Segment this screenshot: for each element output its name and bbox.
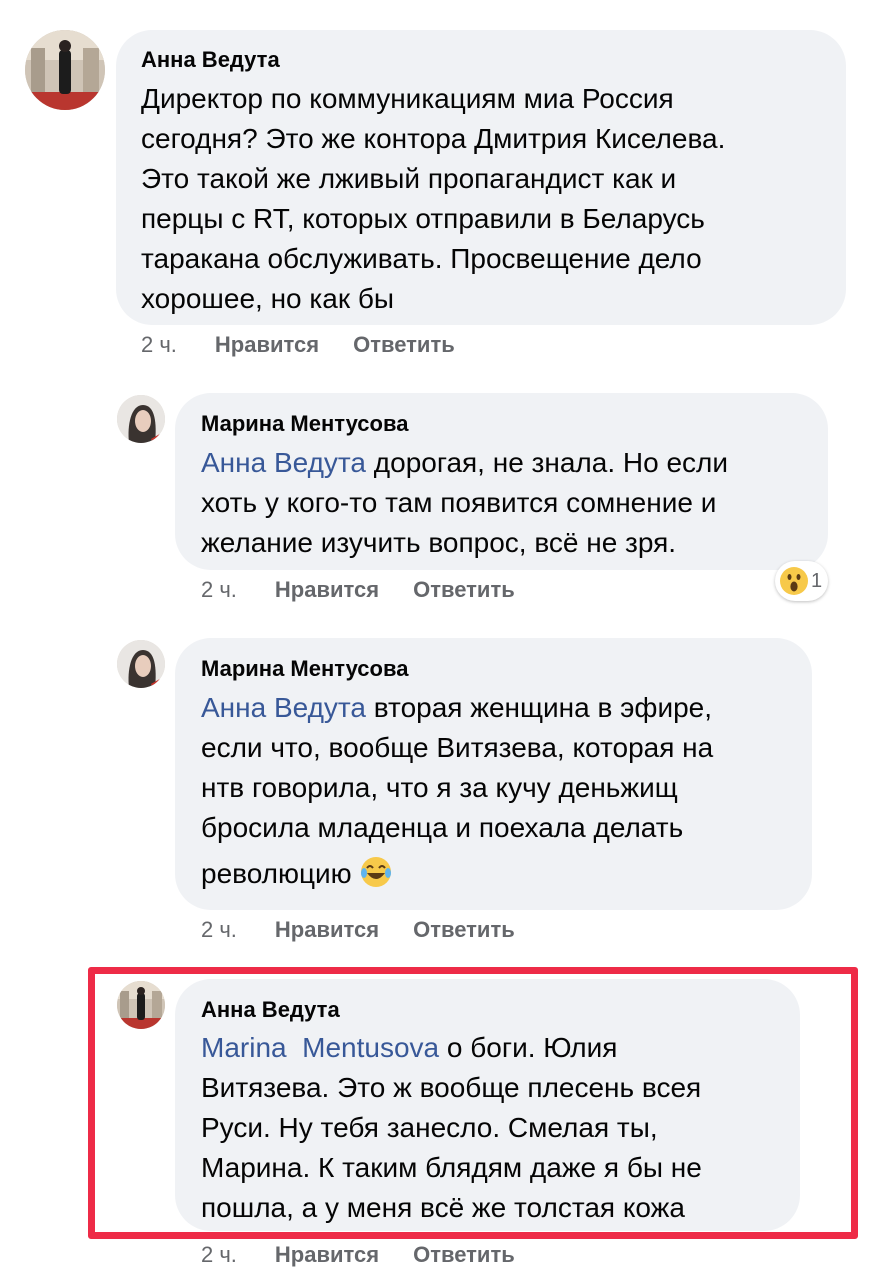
comment-actions-2: 2 ч. Нравится Ответить — [201, 577, 515, 603]
comment-text-line: если что, вообще Витязева, которая на — [201, 732, 714, 763]
mention-link[interactable]: Анна Ведута — [201, 447, 366, 478]
comment-timestamp[interactable]: 2 ч. — [201, 1242, 237, 1268]
highlight-frame — [88, 967, 858, 1239]
avatar-marina[interactable] — [117, 640, 165, 688]
comment-text-line: хорошее, но как бы — [141, 283, 395, 314]
comment-text-line: перцы с RT, которых отправили в Беларусь — [141, 203, 705, 234]
laughing-tears-emoji-icon — [361, 857, 392, 887]
like-button[interactable]: Нравится — [275, 917, 379, 943]
comment-text-line: Анна Ведута вторая женщина в эфире, — [201, 688, 806, 728]
reaction-badge[interactable]: 1 — [775, 561, 829, 601]
reply-button[interactable]: Ответить — [413, 577, 515, 603]
like-button[interactable]: Нравится — [215, 332, 319, 358]
like-button[interactable]: Нравится — [275, 1242, 379, 1268]
comment-text-line: Анна Ведута дорогая, не знала. Но если — [201, 443, 821, 483]
comment-author-1[interactable]: Анна Ведута — [141, 47, 280, 73]
comment-text-line: нтв говорила, что я за кучу деньжищ — [201, 772, 678, 803]
wow-emoji-icon — [780, 567, 808, 595]
comment-actions-3: 2 ч. Нравится Ответить — [201, 917, 515, 943]
comment-text-fragment: дорогая, не знала. Но если — [366, 447, 729, 478]
comment-timestamp[interactable]: 2 ч. — [201, 917, 237, 943]
reply-button[interactable]: Ответить — [353, 332, 455, 358]
comment-text-line: таракана обслуживать. Просвещение дело — [141, 243, 702, 274]
comment-text-line: бросила младенца и поехала делать — [201, 812, 684, 843]
comment-text-line: Это такой же лживый пропагандист как и — [141, 163, 677, 194]
avatar-anna[interactable] — [25, 30, 105, 110]
comment-text-fragment: вторая женщина в эфире, — [366, 692, 713, 723]
comment-text-line: Директор по коммуникациям миа Россия — [141, 83, 674, 114]
avatar-anna-photo — [25, 30, 105, 110]
comment-text-2: Анна Ведута дорогая, не знала. Но если х… — [201, 443, 821, 563]
avatar-marina[interactable] — [117, 395, 165, 443]
avatar-marina-photo — [117, 395, 165, 443]
comment-author-3[interactable]: Марина Ментусова — [201, 656, 408, 682]
reply-button[interactable]: Ответить — [413, 917, 515, 943]
comment-text-line: желание изучить вопрос, всё не зря. — [201, 527, 677, 558]
comment-actions-4: 2 ч. Нравится Ответить — [201, 1242, 515, 1268]
comment-timestamp[interactable]: 2 ч. — [201, 577, 237, 603]
reply-button[interactable]: Ответить — [413, 1242, 515, 1268]
comment-text-fragment: революцию — [201, 858, 352, 889]
comment-text-1: Директор по коммуникациям миа Россия сег… — [141, 79, 841, 319]
comment-actions-1: 2 ч. Нравится Ответить — [141, 332, 455, 358]
mention-link[interactable]: Анна Ведута — [201, 692, 366, 723]
comment-timestamp[interactable]: 2 ч. — [141, 332, 177, 358]
comment-text-line: революцию — [201, 854, 806, 894]
comment-text-3: Анна Ведута вторая женщина в эфире, если… — [201, 688, 806, 894]
comment-text-line: хоть у кого-то там появится сомнение и — [201, 487, 717, 518]
comment-text-line: сегодня? Это же контора Дмитрия Киселева… — [141, 123, 726, 154]
like-button[interactable]: Нравится — [275, 577, 379, 603]
avatar-marina-photo — [117, 640, 165, 688]
reaction-count: 1 — [811, 569, 823, 592]
comment-author-2[interactable]: Марина Ментусова — [201, 411, 408, 437]
